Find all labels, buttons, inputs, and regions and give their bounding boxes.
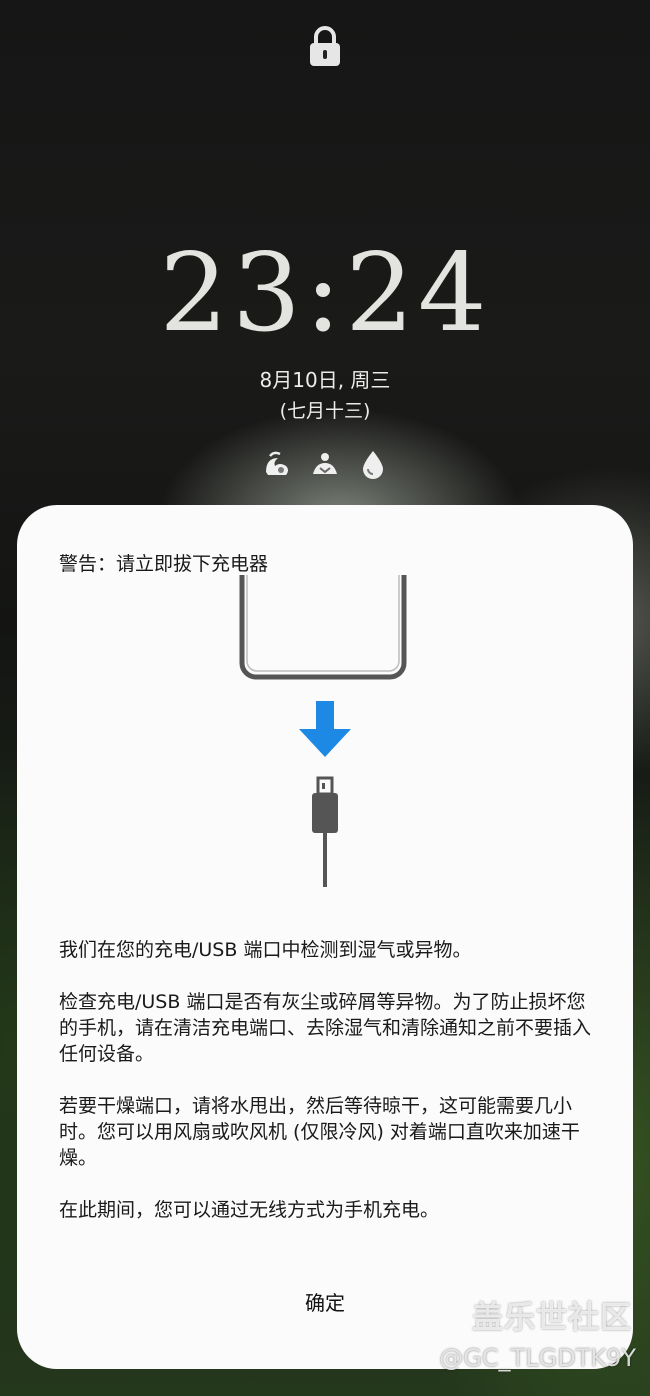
moisture-warning-dialog: 警告：请立即拔下充电器 我们在您的充电/USB 端口中检测到湿气或异物。 检查充… [17,505,633,1369]
dialog-title: 警告：请立即拔下充电器 [59,553,269,575]
notification-icons [262,446,388,482]
lockscreen-clock: 23:24 [159,231,491,356]
dialog-paragraph: 检查充电/USB 端口是否有灰尘或碎屑等异物。为了防止损坏您的手机，请在清洁充电… [59,991,592,1065]
lock-icon[interactable] [307,24,343,68]
dialog-paragraph: 若要干燥端口，请将水甩出，然后等待晾干，这可能需要几小时。您可以用风扇或吹风机 … [59,1095,580,1169]
usb-cable-icon [312,776,338,887]
dialog-paragraph: 我们在您的充电/USB 端口中检测到湿气或异物。 [59,939,472,961]
lockscreen-date: 8月10日, 周三 [259,368,391,392]
phone-bottom-illustration [239,575,407,680]
watermark-user: @GC_TLGDTK9Y [439,1344,636,1372]
dialog-paragraph: 在此期间，您可以通过无线方式为手机充电。 [59,1199,440,1221]
watermark-site: 盖乐世社区 [472,1300,632,1336]
dialog-message: 我们在您的充电/USB 端口中检测到湿气或异物。 检查充电/USB 端口是否有灰… [59,937,599,1249]
app-figure-icon[interactable] [310,448,340,480]
arrow-down-icon [299,701,351,757]
drop-icon[interactable] [358,448,388,480]
uc-browser-icon[interactable] [262,448,292,480]
lunar-date: (七月十三) [279,400,371,422]
confirm-button[interactable]: 确定 [265,1285,385,1321]
